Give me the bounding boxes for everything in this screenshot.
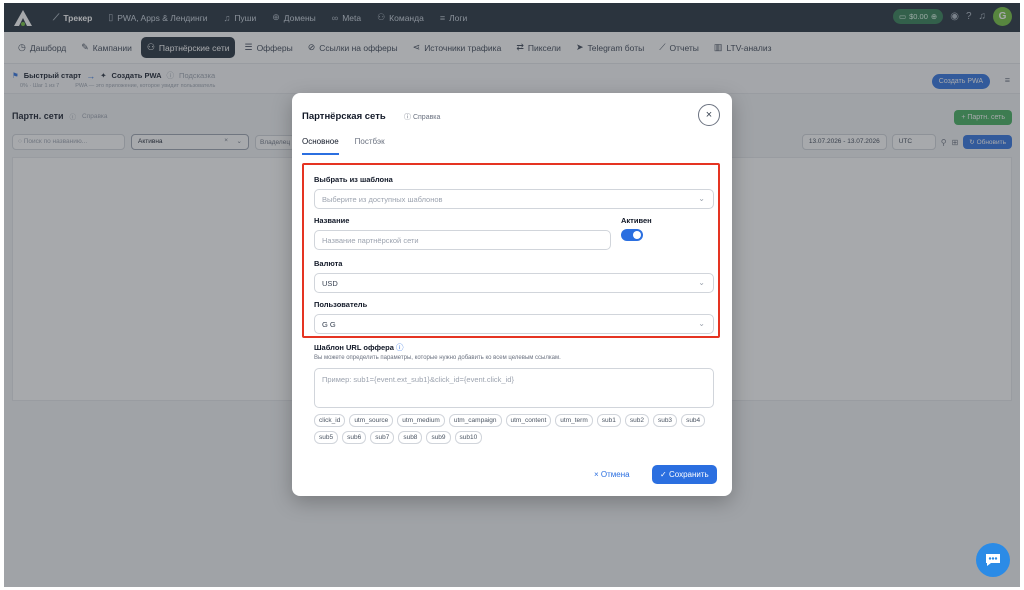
active-toggle[interactable] [621,229,643,241]
parameter-chips: click_id utm_source utm_medium utm_campaign… [314,414,714,444]
parameter-chip[interactable]: sub2 [624,414,649,427]
help-circle-icon[interactable]: ⓘ [396,343,404,352]
check-icon: ✓ [660,470,667,479]
modal-help-label: Справка [412,114,441,121]
active-label: Активен [621,216,652,225]
currency-value: USD [322,279,338,288]
user-value: G G [322,320,336,329]
parameter-chip[interactable]: sub3 [652,414,678,427]
save-label: Сохранить [668,470,709,479]
name-label: Название [314,216,350,225]
currency-select[interactable]: USD ⌄ [314,273,714,293]
parameter-chip[interactable]: utm_source [349,414,394,427]
app-frame: ⟋ Трекер ▯ PWA, Apps & Лендинги ♫ Пуши ⊕ Домены… [4,3,1020,587]
parameter-chip[interactable]: sub10 [454,431,483,444]
parameter-chip[interactable]: sub6 [342,431,367,444]
url-template-hint: Вы можете определить параметры, которые … [314,355,561,361]
parameter-chip[interactable]: click_id [314,414,346,427]
user-select[interactable]: G G ⌄ [314,314,714,334]
url-template-placeholder: Пример: sub1={event.ext_sub1}&click_id={… [322,375,514,384]
toggle-knob [633,231,641,239]
url-template-label-text: Шаблон URL оффера [314,343,394,352]
chat-support-button[interactable] [976,543,1010,577]
chat-icon [986,554,1000,566]
parameter-chip[interactable]: sub1 [596,414,621,427]
modal-title: Партнёрская сеть [302,111,386,122]
close-icon: × [594,470,599,479]
parameter-chip[interactable]: sub5 [314,431,339,444]
parameter-chip[interactable]: utm_content [505,414,552,427]
template-placeholder: Выберите из доступных шаблонов [322,195,443,204]
chevron-down-icon: ⌄ [698,194,705,203]
parameter-chip[interactable]: sub8 [398,431,423,444]
currency-label: Валюта [314,259,343,268]
name-placeholder: Название партнёрской сети [322,236,419,245]
save-button[interactable]: ✓ Сохранить [652,465,717,484]
parameter-chip[interactable]: utm_campaign [448,414,502,427]
chevron-down-icon: ⌄ [698,278,705,287]
parameter-chip[interactable]: sub7 [370,431,395,444]
tab-basic[interactable]: Основное [302,137,339,155]
template-select[interactable]: Выберите из доступных шаблонов ⌄ [314,189,714,209]
parameter-chip[interactable]: sub9 [426,431,451,444]
url-template-label: Шаблон URL оффера ⓘ [314,342,404,353]
parameter-chip[interactable]: sub4 [681,414,706,427]
cancel-label: Отмена [600,470,630,479]
user-label: Пользователь [314,300,368,309]
parameter-chip[interactable]: utm_medium [397,414,445,427]
chevron-down-icon: ⌄ [698,319,705,328]
cancel-button[interactable]: × Отмена [594,470,630,479]
close-icon[interactable]: × [698,104,720,126]
modal-tabs: Основное Постбэк [302,137,385,155]
name-input[interactable]: Название партнёрской сети [314,230,611,250]
parameter-chip[interactable]: utm_term [555,414,593,427]
tab-postback[interactable]: Постбэк [355,137,385,155]
template-label: Выбрать из шаблона [314,175,393,184]
partner-network-modal: Партнёрская сеть ⓘ Справка × Основное По… [292,93,732,496]
help-circle-icon: ⓘ [404,114,411,121]
url-template-textarea[interactable]: Пример: sub1={event.ext_sub1}&click_id={… [314,368,714,408]
modal-help-link[interactable]: ⓘ Справка [404,112,440,122]
